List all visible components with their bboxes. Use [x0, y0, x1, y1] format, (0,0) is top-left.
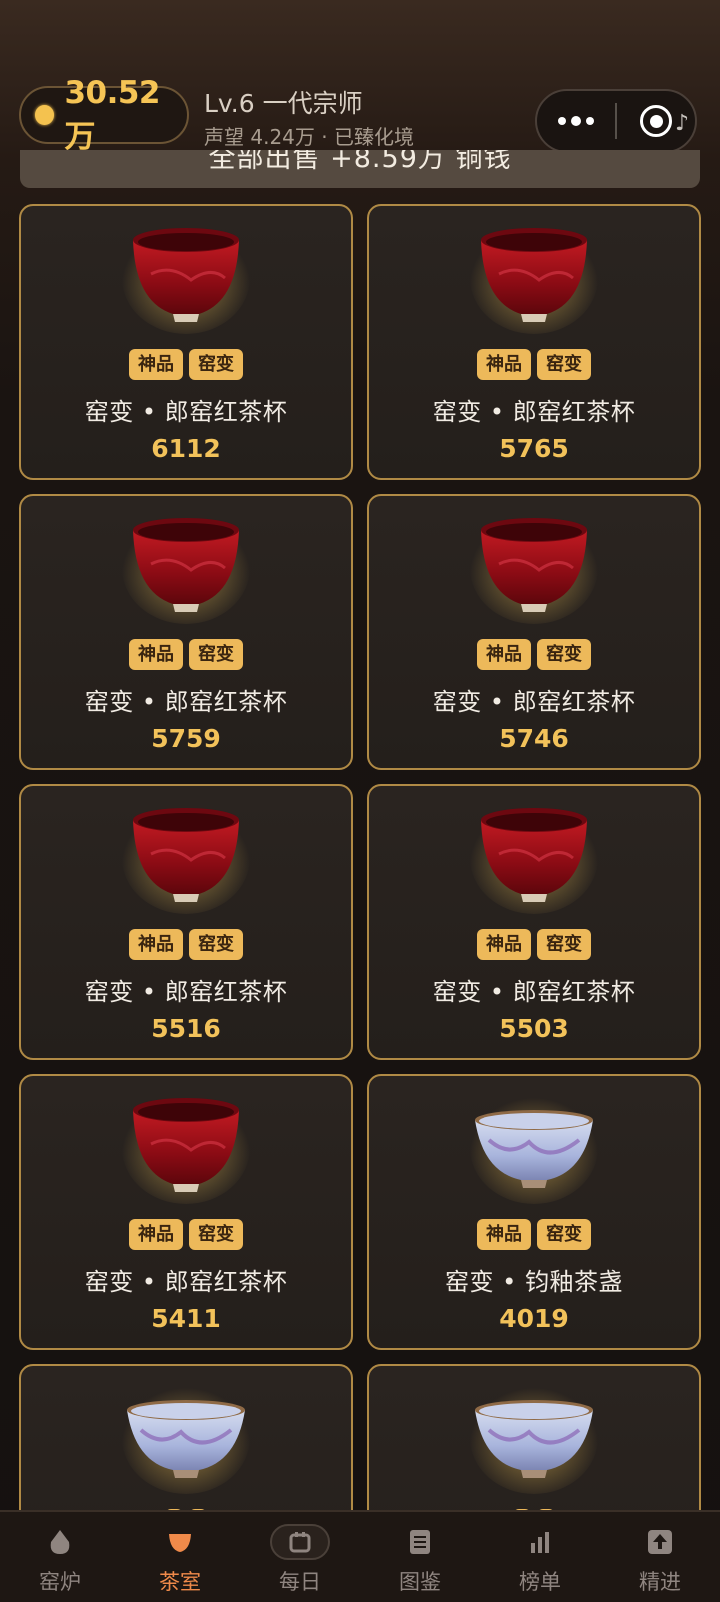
ranking-icon [510, 1524, 570, 1560]
nav-item-2[interactable]: 每日 [240, 1512, 360, 1602]
nav-label: 图鉴 [399, 1570, 441, 1594]
tag-grade: 神品 [129, 929, 183, 960]
tag-grade: 神品 [477, 929, 531, 960]
tag-type: 窑变 [189, 929, 243, 960]
tea-cup-image [121, 1084, 251, 1204]
tag-type: 窑变 [189, 1219, 243, 1250]
nav-item-5[interactable]: 精进 [600, 1512, 720, 1602]
item-tags: 神品 窑变 [21, 639, 351, 670]
tag-type: 窑变 [189, 349, 243, 380]
item-tags: 神品 窑变 [369, 349, 699, 380]
item-name: 窑变 • 钧釉茶盏 [445, 1268, 623, 1296]
item-name: 窑变 • 郎窑红茶杯 [432, 688, 636, 716]
item-price: 5503 [499, 1014, 569, 1043]
nav-label: 精进 [639, 1570, 681, 1594]
nav-item-0[interactable]: 窑炉 [0, 1512, 120, 1602]
tea-cup-image [469, 214, 599, 334]
nav-item-1[interactable]: 茶室 [120, 1512, 240, 1602]
nav-label: 每日 [279, 1570, 321, 1594]
item-card[interactable]: 神品 窑变 窑变 • 钧釉茶盏 4019 [367, 1074, 701, 1350]
tag-grade: 神品 [477, 1219, 531, 1250]
item-name: 窑变 • 郎窑红茶杯 [84, 398, 288, 426]
player-level: Lv.6 一代宗师 [204, 89, 363, 118]
kiln-icon [30, 1524, 90, 1560]
item-name: 窑变 • 郎窑红茶杯 [84, 1268, 288, 1296]
coin-icon [35, 105, 55, 125]
upgrade-icon [630, 1524, 690, 1560]
item-price: 5765 [499, 434, 569, 463]
target-close-icon [640, 105, 672, 137]
item-card[interactable]: 神品 窑变 窑变 • 郎窑红茶杯 5746 [367, 494, 701, 770]
item-card[interactable] [19, 1364, 353, 1510]
tag-grade: 神品 [129, 349, 183, 380]
tea-cup-image [469, 504, 599, 624]
item-price: 4019 [499, 1304, 569, 1333]
sell-all-banner[interactable]: 全部出售 +8.59万 铜钱 [20, 150, 700, 188]
item-tags: 神品 窑变 [369, 639, 699, 670]
item-price: 5746 [499, 724, 569, 753]
coin-value: 30.52万 [64, 74, 160, 155]
item-card[interactable]: 神品 窑变 窑变 • 郎窑红茶杯 5759 [19, 494, 353, 770]
item-card[interactable]: 神品 窑变 窑变 • 郎窑红茶杯 6112 [19, 204, 353, 480]
item-tags: 神品 窑变 [21, 1219, 351, 1250]
mini-program-capsule: ♪ [535, 89, 697, 153]
nav-label: 榜单 [519, 1570, 561, 1594]
player-reputation: 声望 4.24万 · 已臻化境 [204, 125, 414, 149]
nav-label: 窑炉 [39, 1570, 81, 1594]
nav-item-3[interactable]: 图鉴 [360, 1512, 480, 1602]
bottom-nav: 窑炉 茶室 每日 图鉴 榜单 精进 [0, 1510, 720, 1602]
tea-cup-image [121, 794, 251, 914]
tea-cup-image [121, 504, 251, 624]
item-card[interactable]: 神品 窑变 窑变 • 郎窑红茶杯 5411 [19, 1074, 353, 1350]
item-name: 窑变 • 郎窑红茶杯 [432, 398, 636, 426]
tag-type: 窑变 [537, 349, 591, 380]
item-price: 5516 [151, 1014, 221, 1043]
tea-cup-image [469, 1374, 599, 1494]
item-name: 窑变 • 郎窑红茶杯 [84, 688, 288, 716]
item-tags: 神品 窑变 [369, 929, 699, 960]
sell-all-label: 全部出售 +8.59万 铜钱 [208, 150, 512, 174]
item-price: 5411 [151, 1304, 221, 1333]
item-tags: 神品 窑变 [21, 349, 351, 380]
tea-cup-icon [150, 1524, 210, 1560]
tea-cup-image [469, 794, 599, 914]
tag-grade: 神品 [477, 349, 531, 380]
music-note-icon: ♪ [674, 111, 689, 136]
item-price: 6112 [151, 434, 221, 463]
item-card[interactable]: 神品 窑变 窑变 • 郎窑红茶杯 5516 [19, 784, 353, 1060]
item-card[interactable] [367, 1364, 701, 1510]
tea-cup-image [469, 1084, 599, 1204]
tag-type: 窑变 [537, 639, 591, 670]
tag-grade: 神品 [477, 639, 531, 670]
item-tags: 神品 窑变 [21, 929, 351, 960]
item-card[interactable]: 神品 窑变 窑变 • 郎窑红茶杯 5765 [367, 204, 701, 480]
tea-cup-image [121, 214, 251, 334]
close-button[interactable]: ♪ [617, 105, 695, 137]
tea-cup-image [121, 1374, 251, 1494]
more-dots-icon[interactable] [537, 91, 615, 151]
tag-type: 窑变 [189, 639, 243, 670]
tag-grade: 神品 [129, 1219, 183, 1250]
nav-label: 茶室 [159, 1570, 201, 1594]
item-card[interactable]: 神品 窑变 窑变 • 郎窑红茶杯 5503 [367, 784, 701, 1060]
tag-type: 窑变 [537, 929, 591, 960]
item-price: 5759 [151, 724, 221, 753]
catalog-icon [390, 1524, 450, 1560]
tag-grade: 神品 [129, 639, 183, 670]
tag-type: 窑变 [537, 1219, 591, 1250]
item-grid: 神品 窑变 窑变 • 郎窑红茶杯 6112 神品 窑变 窑变 • 郎窑红茶杯 5… [19, 204, 702, 1510]
coin-balance: 30.52万 [19, 75, 189, 155]
calendar-icon [270, 1524, 330, 1560]
item-name: 窑变 • 郎窑红茶杯 [432, 978, 636, 1006]
item-name: 窑变 • 郎窑红茶杯 [84, 978, 288, 1006]
nav-item-4[interactable]: 榜单 [480, 1512, 600, 1602]
item-tags: 神品 窑变 [369, 1219, 699, 1250]
